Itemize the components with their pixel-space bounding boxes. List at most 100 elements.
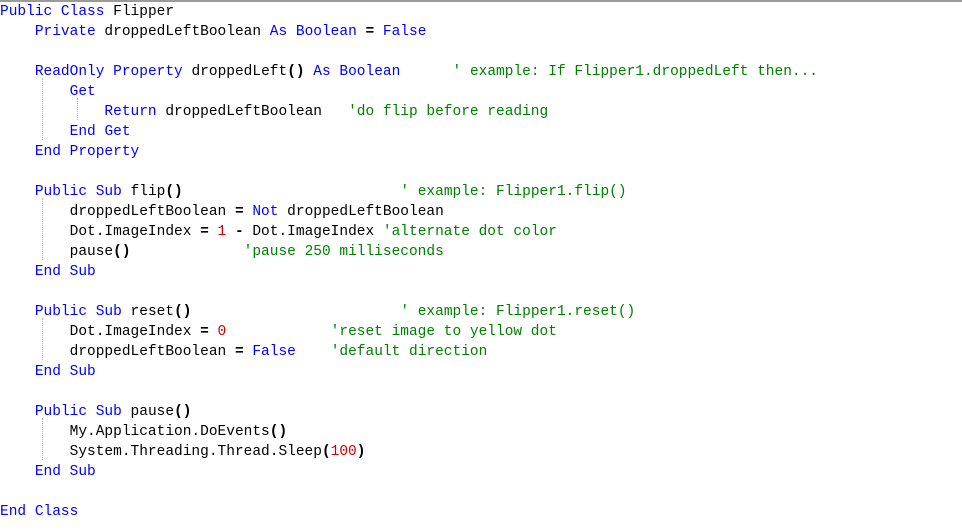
code-token-kw: Property — [69, 144, 140, 160]
code-token-cmt: 'pause 250 milliseconds — [243, 244, 444, 260]
code-token-kw: Private — [34, 24, 96, 40]
code-token-kw: As — [269, 24, 288, 40]
code-line[interactable]: End Property — [0, 142, 962, 162]
code-line[interactable]: Private droppedLeftBoolean As Boolean = … — [0, 22, 962, 42]
code-token-kw: Sub — [69, 264, 96, 280]
code-token-cmt: ' example: If Flipper1.droppedLeft then.… — [452, 64, 819, 80]
code-token-id — [0, 464, 35, 480]
code-line[interactable] — [0, 382, 962, 402]
code-editor-surface[interactable]: Public Class Flipper Private droppedLeft… — [0, 0, 962, 531]
code-token-kw: Sub — [69, 364, 96, 380]
code-line[interactable]: End Sub — [0, 462, 962, 482]
code-line[interactable]: droppedLeftBoolean = Not droppedLeftBool… — [0, 202, 962, 222]
code-line[interactable]: End Sub — [0, 262, 962, 282]
code-token-id — [52, 4, 61, 20]
code-line[interactable]: Get — [0, 82, 962, 102]
code-line[interactable]: Dot.ImageIndex = 1 - Dot.ImageIndex 'alt… — [0, 222, 962, 242]
code-token-num: 0 — [217, 324, 227, 340]
code-token-num: 100 — [330, 444, 357, 460]
code-token-id — [26, 504, 35, 520]
code-token-paren: ( — [321, 444, 331, 460]
code-line[interactable]: End Class — [0, 502, 962, 522]
code-token-kw: Public — [34, 404, 88, 420]
code-token-id: System.Threading.Thread.Sleep — [0, 444, 322, 460]
code-token-kw: End — [34, 144, 61, 160]
code-line[interactable] — [0, 162, 962, 182]
code-token-op: = — [234, 344, 244, 360]
code-token-id — [305, 64, 314, 80]
code-token-id: Dot.ImageIndex — [0, 324, 201, 340]
code-token-kw: Class — [60, 4, 105, 20]
code-token-cmt: 'default direction — [330, 344, 488, 360]
code-token-id: droppedLeftBoolean — [0, 344, 235, 360]
code-token-id — [400, 64, 452, 80]
code-token-op: - — [234, 224, 244, 240]
code-line[interactable]: My.Application.DoEvents() — [0, 422, 962, 442]
code-token-id — [87, 404, 96, 420]
code-token-id — [0, 104, 104, 120]
code-token-paren: () — [113, 244, 131, 260]
code-line[interactable]: End Sub — [0, 362, 962, 382]
code-token-id — [0, 404, 35, 420]
code-token-kw: End — [34, 264, 61, 280]
code-token-id: droppedLeftBoolean — [156, 104, 349, 120]
code-token-kw: Sub — [95, 304, 122, 320]
code-token-op: = — [200, 224, 209, 240]
code-token-id — [0, 24, 35, 40]
code-token-id: Dot.ImageIndex — [243, 224, 383, 240]
code-line[interactable] — [0, 282, 962, 302]
code-line[interactable]: System.Threading.Thread.Sleep(100) — [0, 442, 962, 462]
code-line[interactable] — [0, 42, 962, 62]
code-token-kw: False — [252, 344, 296, 360]
code-token-id — [209, 324, 218, 340]
code-token-cmt: 'reset image to yellow dot — [330, 324, 557, 340]
code-token-id — [0, 124, 70, 140]
code-line[interactable]: Dot.ImageIndex = 0 'reset image to yello… — [0, 322, 962, 342]
code-token-id — [226, 324, 330, 340]
code-token-id: droppedLeft — [182, 64, 288, 80]
code-token-id: droppedLeftBoolean — [0, 204, 235, 220]
code-content[interactable]: Public Class Flipper Private droppedLeft… — [0, 2, 962, 522]
code-line[interactable]: pause() 'pause 250 milliseconds — [0, 242, 962, 262]
code-line[interactable]: Public Class Flipper — [0, 2, 962, 22]
code-token-id — [191, 304, 400, 320]
code-token-id — [209, 224, 218, 240]
code-token-cmt: 'do flip before reading — [348, 104, 549, 120]
code-token-id — [131, 244, 244, 260]
code-token-kw: As — [313, 64, 331, 80]
code-token-id: pause — [121, 404, 175, 420]
code-token-id — [61, 364, 70, 380]
code-line[interactable]: Return droppedLeftBoolean 'do flip befor… — [0, 102, 962, 122]
code-token-id — [0, 144, 35, 160]
code-token-kw: Get — [104, 124, 131, 140]
code-token-kw: Sub — [69, 464, 96, 480]
code-line[interactable]: End Get — [0, 122, 962, 142]
code-token-id — [0, 184, 35, 200]
code-line[interactable]: Public Sub reset() ' example: Flipper1.r… — [0, 302, 962, 322]
code-token-paren: () — [174, 304, 192, 320]
code-token-paren: () — [174, 404, 192, 420]
code-line[interactable] — [0, 482, 962, 502]
code-token-kw: End — [0, 504, 27, 520]
code-token-id — [61, 144, 70, 160]
code-token-id — [287, 24, 296, 40]
code-token-op: = — [365, 24, 375, 40]
code-token-id: My.Application.DoEvents — [0, 424, 270, 440]
code-line[interactable]: Public Sub pause() — [0, 402, 962, 422]
code-line[interactable]: droppedLeftBoolean = False 'default dire… — [0, 342, 962, 362]
code-line[interactable]: Public Sub flip() ' example: Flipper1.fl… — [0, 182, 962, 202]
code-token-id — [61, 264, 70, 280]
code-token-id: Flipper — [104, 4, 175, 20]
code-token-op: = — [200, 324, 209, 340]
code-token-kw: Return — [104, 104, 157, 120]
code-token-id — [87, 304, 96, 320]
code-token-kw: Property — [113, 64, 183, 80]
code-token-id — [0, 64, 35, 80]
code-token-id — [104, 64, 113, 80]
code-line[interactable]: ReadOnly Property droppedLeft() As Boole… — [0, 62, 962, 82]
code-token-kw: End — [69, 124, 96, 140]
code-token-id — [0, 304, 35, 320]
code-token-kw: Sub — [95, 404, 122, 420]
code-token-cmt: ' example: Flipper1.flip() — [400, 184, 627, 200]
code-token-id — [226, 224, 235, 240]
